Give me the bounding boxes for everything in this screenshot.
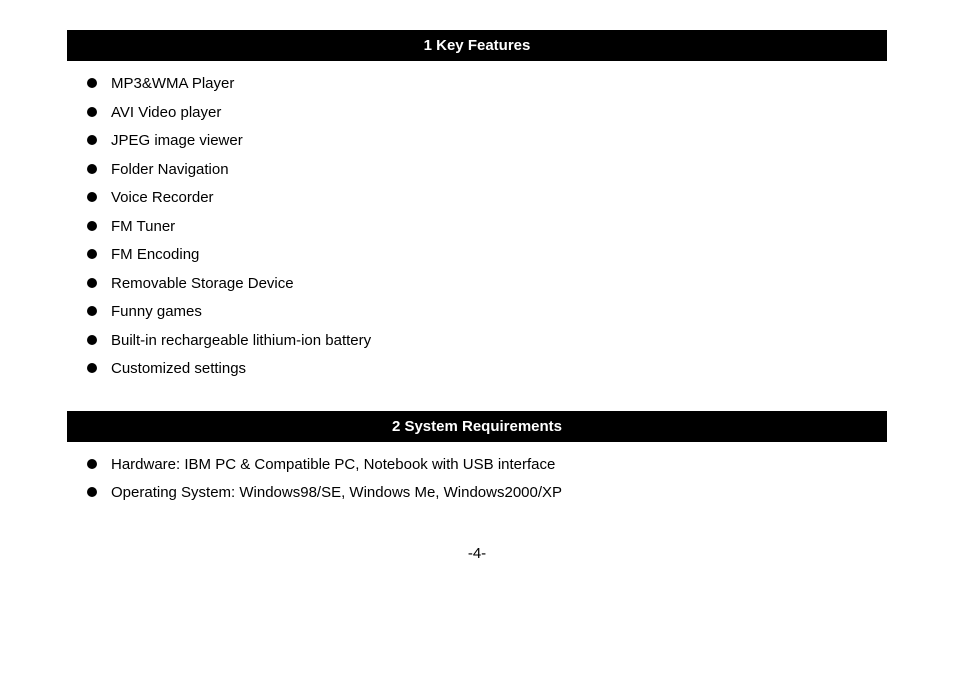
list-item: Folder Navigation (87, 159, 887, 182)
list-item: Removable Storage Device (87, 273, 887, 296)
list-item-text: JPEG image viewer (111, 130, 243, 153)
bullet-icon (87, 278, 97, 288)
bullet-icon (87, 306, 97, 316)
page-container: 1 Key Features MP3&WMA Player AVI Video … (47, 0, 907, 592)
bullet-icon (87, 135, 97, 145)
bullet-icon (87, 164, 97, 174)
list-item-text: MP3&WMA Player (111, 73, 234, 96)
bullet-icon (87, 78, 97, 88)
bullet-icon (87, 192, 97, 202)
page-number: -4- (468, 545, 486, 562)
list-item-text: Operating System: Windows98/SE, Windows … (111, 482, 562, 505)
bullet-icon (87, 249, 97, 259)
list-item: Hardware: IBM PC & Compatible PC, Notebo… (87, 454, 887, 477)
list-item: JPEG image viewer (87, 130, 887, 153)
section1-header: 1 Key Features (67, 30, 887, 61)
list-item: Funny games (87, 301, 887, 324)
list-item: Customized settings (87, 358, 887, 381)
bullet-icon (87, 363, 97, 373)
list-item-text: Removable Storage Device (111, 273, 294, 296)
list-item: FM Encoding (87, 244, 887, 267)
bullet-icon (87, 107, 97, 117)
list-item-text: AVI Video player (111, 102, 221, 125)
bullet-icon (87, 221, 97, 231)
list-item-text: FM Encoding (111, 244, 199, 267)
list-item: Operating System: Windows98/SE, Windows … (87, 482, 887, 505)
list-item-text: FM Tuner (111, 216, 175, 239)
list-item-text: Hardware: IBM PC & Compatible PC, Notebo… (111, 454, 555, 477)
list-item: FM Tuner (87, 216, 887, 239)
section2-list: Hardware: IBM PC & Compatible PC, Notebo… (87, 454, 887, 505)
list-item-text: Built-in rechargeable lithium-ion batter… (111, 330, 371, 353)
list-item-text: Customized settings (111, 358, 246, 381)
bullet-icon (87, 335, 97, 345)
section2-header: 2 System Requirements (67, 411, 887, 442)
list-item: Built-in rechargeable lithium-ion batter… (87, 330, 887, 353)
list-item-text: Voice Recorder (111, 187, 214, 210)
section1-list: MP3&WMA Player AVI Video player JPEG ima… (87, 73, 887, 381)
list-item: Voice Recorder (87, 187, 887, 210)
page-footer: -4- (67, 545, 887, 562)
bullet-icon (87, 459, 97, 469)
bullet-icon (87, 487, 97, 497)
list-item-text: Folder Navigation (111, 159, 229, 182)
list-item: AVI Video player (87, 102, 887, 125)
list-item: MP3&WMA Player (87, 73, 887, 96)
list-item-text: Funny games (111, 301, 202, 324)
